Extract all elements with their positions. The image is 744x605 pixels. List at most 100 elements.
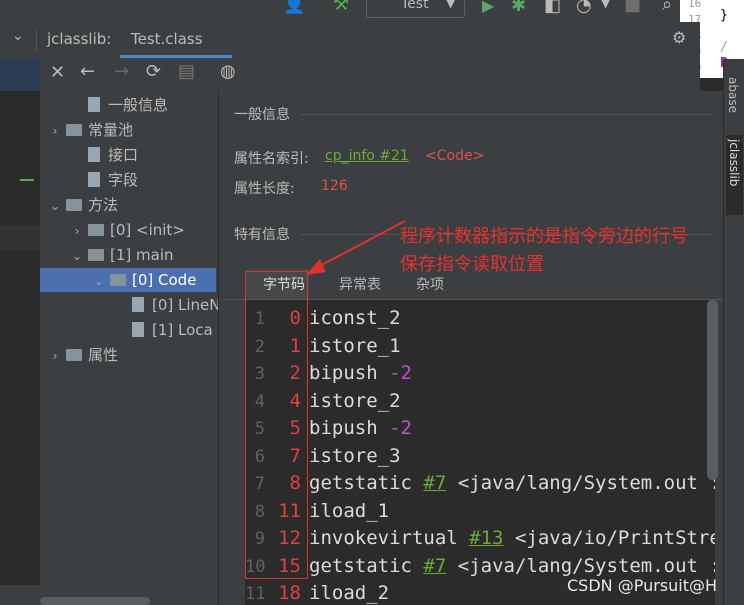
profile-icon[interactable]: ◔ (576, 0, 592, 16)
right-tool-strip: abase jclasslib (723, 59, 744, 605)
tree-item[interactable]: [0] LineN (40, 293, 218, 317)
constant-ref[interactable]: #7 (423, 555, 446, 577)
pc-offset: 18 (278, 582, 301, 604)
run-icon[interactable]: ▶ (482, 0, 494, 15)
instruction: bipush (309, 417, 378, 439)
tab-test-class[interactable]: Test.class (120, 22, 232, 59)
tree-item-label: 接口 (108, 146, 139, 164)
name-index-link[interactable]: cp_info #21 (325, 148, 409, 164)
instruction: bipush (309, 362, 378, 384)
search-icon[interactable]: ⌕ (662, 0, 672, 15)
chevron-right-icon[interactable]: › (48, 344, 62, 368)
section-general-heading: 一般信息 (234, 107, 290, 123)
tree-item[interactable]: › 属性 (40, 343, 218, 367)
vertical-scrollbar[interactable] (707, 300, 718, 480)
bytecode-listing[interactable]: 1 0 iconst_2 2 1 istore_1 3 2 bipush -2 4 4 istore_… (245, 300, 715, 605)
constant-comment: <java/lang/System.out : (457, 472, 715, 494)
scroll-area (0, 585, 40, 605)
tree-item[interactable]: 一般信息 (40, 93, 218, 117)
forward-arrow-icon[interactable]: → (114, 61, 129, 82)
length-label: 属性长度: (234, 181, 295, 197)
active-tab-indicator (120, 55, 232, 58)
class-structure-tree: 一般信息 › 常量池 接口 字段 ⌄ 方法 › [0] <init> ⌄ [1] main ⌄ [0] … (40, 91, 218, 605)
annotation-text-line2: 保存指令读取位置 (400, 254, 544, 275)
tab-misc[interactable]: 杂项 (416, 274, 444, 294)
code-text: / (720, 40, 728, 55)
refresh-icon[interactable]: ⟳ (146, 61, 161, 82)
file-icon (132, 322, 144, 337)
gear-icon[interactable]: ⚙ (672, 28, 686, 47)
gutter-highlight (0, 59, 40, 91)
bytecode-line: 11 18 iload_2 (245, 580, 389, 605)
jclasslib-toolbar: ✕ ← → ⟳ ▤ ◍ (40, 59, 700, 91)
back-arrow-icon[interactable]: ← (80, 61, 95, 82)
jclasslib-side-tab[interactable]: jclasslib (726, 135, 743, 215)
tree-item[interactable]: 接口 (40, 143, 218, 167)
tree-item[interactable]: 字段 (40, 168, 218, 192)
tree-item[interactable]: › [0] <init> (40, 218, 218, 242)
folder-icon (88, 249, 104, 261)
tree-item-label: 常量池 (88, 121, 134, 139)
horizontal-scrollbar[interactable] (40, 597, 150, 605)
bytecode-line: 9 12 invokevirtual #13 <java/io/PrintStre (245, 525, 715, 552)
coverage-icon[interactable]: ◧ (544, 0, 561, 16)
jclasslib-side-tab-label: jclasslib (727, 139, 741, 187)
instruction: istore_2 (309, 389, 401, 412)
instruction: getstatic (309, 554, 412, 577)
constant-comment: <java/lang/System.out : (457, 554, 715, 577)
instruction: iload_1 (309, 499, 390, 522)
file-icon (88, 97, 100, 112)
database-tab[interactable]: abase (726, 77, 740, 113)
stop-icon[interactable]: ■ (624, 0, 641, 15)
chevron-down-icon[interactable]: ⌄ (70, 244, 84, 268)
instruction: invokevirtual (309, 527, 458, 549)
chevron-down-icon[interactable]: ⌄ (48, 194, 62, 218)
chevron-down-icon[interactable]: ⌄ (12, 28, 24, 44)
file-icon (88, 147, 100, 162)
folder-icon (110, 274, 126, 286)
tree-item-label: 方法 (88, 196, 119, 214)
tree-item[interactable]: [1] Loca (40, 318, 218, 342)
line-number: 11 (245, 584, 266, 604)
annotation-highlight-box (245, 271, 308, 579)
chevron-right-icon[interactable]: › (48, 119, 62, 143)
user-icon[interactable]: 👤 (283, 0, 305, 15)
tree-item-label: [0] LineN (152, 296, 218, 314)
save-icon[interactable]: ▤ (178, 61, 195, 82)
instruction: istore_3 (309, 444, 401, 467)
tree-item-label: 一般信息 (108, 96, 169, 114)
file-icon (132, 297, 144, 312)
chevron-down-icon[interactable]: ▼ (601, 0, 610, 10)
close-icon[interactable]: ✕ (50, 62, 65, 83)
code-text: } (720, 8, 728, 23)
tree-item[interactable]: ⌄ 方法 (40, 193, 218, 217)
divider (301, 114, 711, 115)
folder-icon (66, 199, 82, 211)
build-hammer-icon[interactable]: ⚒ (333, 0, 349, 15)
web-globe-icon[interactable]: ◍ (220, 61, 236, 82)
folder-icon (66, 124, 82, 136)
annotation-arrow (306, 220, 406, 275)
chevron-down-icon[interactable]: ⌄ (92, 269, 106, 293)
chevron-down-icon: ▼ (446, 0, 456, 10)
run-config-label: Test (401, 0, 429, 12)
tree-item[interactable]: › 常量池 (40, 118, 218, 142)
divider (36, 30, 37, 52)
chevron-right-icon[interactable]: › (70, 219, 84, 243)
run-config-select[interactable]: Test ▼ (366, 0, 465, 18)
tree-item-label: [1] Loca (152, 321, 213, 339)
tree-item-label: [1] main (110, 246, 174, 264)
debug-bug-icon[interactable]: ✱ (511, 0, 526, 16)
tree-item[interactable]: ⌄ [1] main (40, 243, 218, 267)
editor-gutter (0, 59, 41, 605)
tree-item[interactable]: ⌄ [0] Code (40, 268, 216, 292)
constant-comment: <java/io/PrintStre (514, 527, 715, 549)
constant-ref[interactable]: #7 (423, 472, 446, 494)
folder-icon (88, 224, 104, 236)
current-line (0, 225, 40, 249)
bytecode-line: 7 8 getstatic #7 <java/lang/System.out : (245, 470, 715, 497)
tree-item-label: [0] <init> (110, 221, 185, 239)
main-toolbar: 👤 ⚒ Test ▼ ▶ ✱ ◧ ◔ ▼ ■ ⌕ (0, 0, 744, 22)
tab-label: Test.class (131, 30, 203, 48)
constant-ref[interactable]: #13 (469, 527, 503, 549)
